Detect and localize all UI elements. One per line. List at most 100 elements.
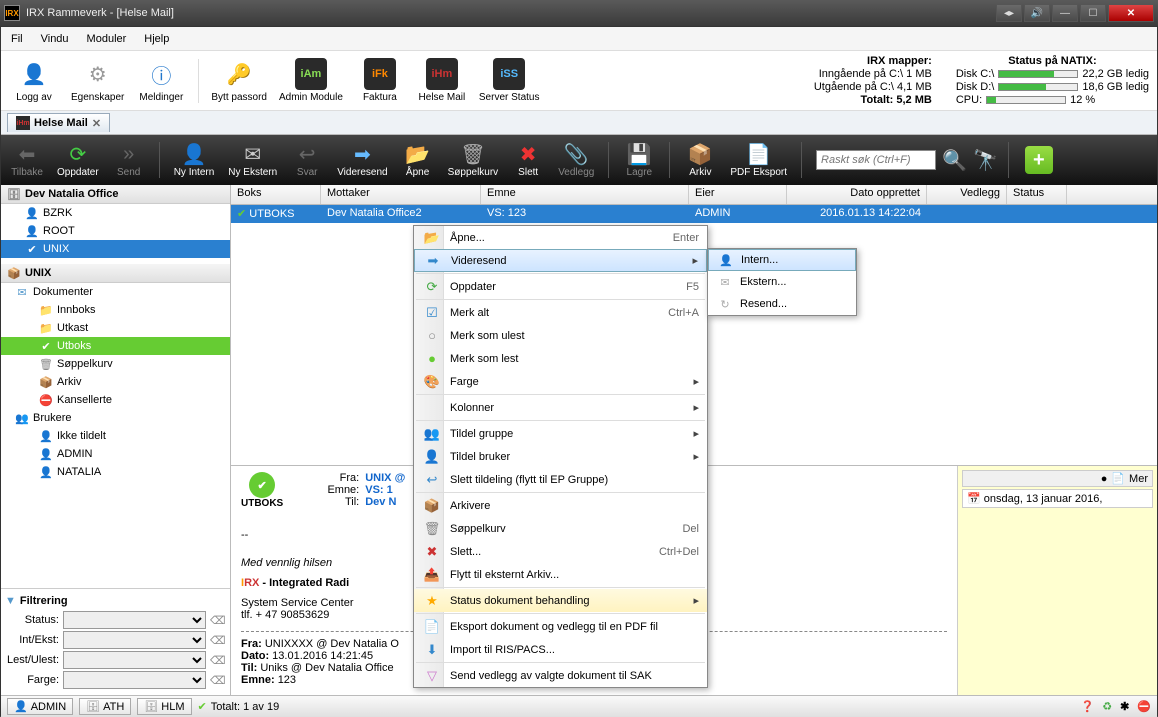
new-extern-button[interactable]: ✉Ny Ekstern	[224, 141, 281, 180]
speaker-prev-button[interactable]: ◂▸	[996, 4, 1022, 22]
ctx-status-doc[interactable]: ★Status dokument behandling▸	[414, 589, 707, 612]
ctx-markread[interactable]: ●Merk som lest	[414, 347, 707, 370]
ctx-markall[interactable]: ☑Merk altCtrl+A	[414, 301, 707, 324]
ctx-refresh[interactable]: ⟳OppdaterF5	[414, 275, 707, 298]
filter-color[interactable]	[63, 671, 206, 689]
properties-button[interactable]: ⚙Egenskaper	[71, 58, 124, 103]
clear-filter-icon[interactable]: ⌫	[210, 634, 226, 647]
refresh-button[interactable]: ⟳Oppdater	[53, 141, 103, 180]
ctx-export-pdf[interactable]: 📄Eksport dokument og vedlegg til en PDF …	[414, 615, 707, 638]
ctx-assign-group[interactable]: 👥Tildel gruppe▸	[414, 422, 707, 445]
ctx-archive[interactable]: 📦Arkivere	[414, 494, 707, 517]
col-eier[interactable]: Eier	[689, 185, 787, 204]
minimize-button[interactable]: —	[1052, 4, 1078, 22]
reply-button[interactable]: ↩Svar	[287, 141, 327, 180]
filter-read[interactable]	[63, 651, 206, 669]
new-intern-button[interactable]: 👤Ny Intern	[170, 141, 219, 180]
tree-header-dev[interactable]: 🗄Dev Natalia Office	[1, 185, 230, 204]
col-vedlegg[interactable]: Vedlegg	[927, 185, 1007, 204]
sb-hlm[interactable]: 🗄HLM	[137, 698, 191, 715]
tab-close-icon[interactable]: ✕	[92, 117, 101, 130]
sub-intern[interactable]: 👤Intern...	[708, 249, 856, 271]
user-logoff-icon: 👤	[18, 58, 50, 90]
ctx-delete[interactable]: ✖Slett...Ctrl+Del	[414, 540, 707, 563]
col-mottaker[interactable]: Mottaker	[321, 185, 481, 204]
ctx-assign-user[interactable]: 👤Tildel bruker▸	[414, 445, 707, 468]
menu-moduler[interactable]: Moduler	[87, 33, 127, 45]
tree-root[interactable]: 👤ROOT	[1, 222, 230, 240]
search-icon[interactable]: 🔍	[942, 148, 967, 173]
ctx-columns[interactable]: Kolonner▸	[414, 396, 707, 419]
help-icon[interactable]: ❓	[1081, 700, 1095, 713]
save-button[interactable]: 💾Lagre	[619, 141, 659, 180]
attach-button[interactable]: 📎Vedlegg	[554, 141, 598, 180]
pdf-export-button[interactable]: 📄PDF Eksport	[726, 141, 791, 180]
ctx-markunread[interactable]: ○Merk som ulest	[414, 324, 707, 347]
forward-button[interactable]: ➡Videresend	[333, 141, 391, 180]
ctx-trash[interactable]: 🗑SøppelkurvDel	[414, 517, 707, 540]
logoff-button[interactable]: 👤Logg av	[9, 58, 59, 103]
col-status[interactable]: Status	[1007, 185, 1067, 204]
archive-button[interactable]: 📦Arkiv	[680, 141, 720, 180]
tree-docs[interactable]: ✉Dokumenter	[1, 283, 230, 301]
star-icon[interactable]: ✱	[1120, 700, 1129, 713]
binoculars-icon[interactable]: 🔭	[973, 148, 998, 173]
tree-unix-1[interactable]: ✔UNIX	[1, 240, 230, 258]
recycle-icon[interactable]: ♻	[1102, 700, 1112, 713]
sb-ath[interactable]: 🗄ATH	[79, 698, 131, 715]
close-button[interactable]: ✕	[1108, 4, 1154, 22]
mer-button[interactable]: ●📄Mer	[962, 470, 1153, 487]
sub-resend[interactable]: ↻Resend...	[708, 293, 856, 315]
search-input[interactable]	[816, 150, 936, 170]
add-button[interactable]: +	[1025, 146, 1053, 174]
ctx-send-sak[interactable]: ▽Send vedlegg av valgte dokument til SAK	[414, 664, 707, 687]
error-icon[interactable]: ⛔	[1137, 700, 1151, 713]
ctx-move-ext[interactable]: 📤Flytt til eksternt Arkiv...	[414, 563, 707, 586]
filter-intext[interactable]	[63, 631, 206, 649]
changepw-button[interactable]: 🔑Bytt passord	[211, 58, 267, 103]
tree-natalia-user[interactable]: 👤NATALIA	[1, 463, 230, 481]
speaker-button[interactable]: 🔊	[1024, 4, 1050, 22]
tree-outbox[interactable]: ✔Utboks	[1, 337, 230, 355]
col-emne[interactable]: Emne	[481, 185, 689, 204]
tree-drafts[interactable]: 📁Utkast	[1, 319, 230, 337]
tree-users[interactable]: 👥Brukere	[1, 409, 230, 427]
ctx-color[interactable]: 🎨Farge▸	[414, 370, 707, 393]
tree-archive[interactable]: 📦Arkiv	[1, 373, 230, 391]
col-dato[interactable]: Dato opprettet	[787, 185, 927, 204]
tab-helse-mail[interactable]: iHm Helse Mail ✕	[7, 113, 110, 132]
admin-module-button[interactable]: iAmAdmin Module	[279, 58, 343, 103]
trash-button[interactable]: 🗑Søppelkurv	[444, 141, 503, 180]
messages-button[interactable]: ⓘMeldinger	[136, 58, 186, 103]
server-status-button[interactable]: iSSServer Status	[479, 58, 540, 103]
menu-vindu[interactable]: Vindu	[41, 33, 69, 45]
open-button[interactable]: 📂Åpne	[398, 141, 438, 180]
tree-admin-user[interactable]: 👤ADMIN	[1, 445, 230, 463]
ctx-open[interactable]: 📂Åpne...Enter	[414, 226, 707, 249]
back-button[interactable]: ⬅Tilbake	[7, 141, 47, 180]
tree-trash[interactable]: 🗑Søppelkurv	[1, 355, 230, 373]
clear-filter-icon[interactable]: ⌫	[210, 674, 226, 687]
tree-inbox[interactable]: 📁Innboks	[1, 301, 230, 319]
col-boks[interactable]: Boks	[231, 185, 321, 204]
delete-button[interactable]: ✖Slett	[508, 141, 548, 180]
ctx-import-ris[interactable]: ⬇Import til RIS/PACS...	[414, 638, 707, 661]
grid-row[interactable]: ✔ UTBOKS Dev Natalia Office2 VS: 123 ADM…	[231, 205, 1157, 225]
send-button[interactable]: »Send	[109, 141, 149, 180]
ctx-del-assign[interactable]: ↩Slett tildeling (flytt til EP Gruppe)	[414, 468, 707, 491]
menu-hjelp[interactable]: Hjelp	[144, 33, 169, 45]
filter-status[interactable]	[63, 611, 206, 629]
faktura-button[interactable]: iFkFaktura	[355, 58, 405, 103]
ctx-forward[interactable]: ➡Videresend▸	[414, 249, 707, 272]
sub-ekstern[interactable]: ✉Ekstern...	[708, 271, 856, 293]
clear-filter-icon[interactable]: ⌫	[210, 654, 226, 667]
tree-header-unix[interactable]: 📦UNIX	[1, 264, 230, 283]
tree-bzrk[interactable]: 👤BZRK	[1, 204, 230, 222]
helse-mail-button[interactable]: iHmHelse Mail	[417, 58, 467, 103]
maximize-button[interactable]: ☐	[1080, 4, 1106, 22]
tree-cancelled[interactable]: ⛔Kansellerte	[1, 391, 230, 409]
tree-unassigned[interactable]: 👤Ikke tildelt	[1, 427, 230, 445]
menu-fil[interactable]: Fil	[11, 33, 23, 45]
clear-filter-icon[interactable]: ⌫	[210, 614, 226, 627]
sb-admin[interactable]: 👤ADMIN	[7, 698, 73, 715]
